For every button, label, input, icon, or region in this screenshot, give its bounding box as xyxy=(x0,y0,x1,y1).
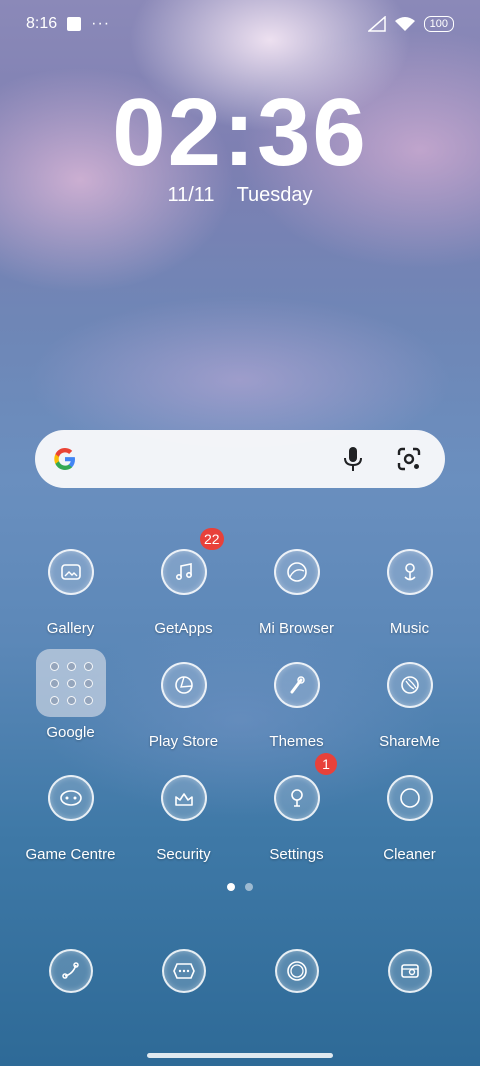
app-label: Cleaner xyxy=(383,846,436,863)
app-label: GetApps xyxy=(154,620,213,637)
app-row-2: Google Play Store Themes ShareMe xyxy=(0,649,480,750)
more-notifications-icon: ··· xyxy=(91,15,111,32)
app-store-icon xyxy=(387,949,432,993)
page-indicator[interactable] xyxy=(0,883,480,891)
notification-square-icon xyxy=(67,17,82,31)
dock-app-store[interactable] xyxy=(353,949,466,993)
google-logo-icon xyxy=(54,448,75,470)
app-label: Settings xyxy=(269,846,324,863)
app-getapps[interactable]: GetApps xyxy=(127,549,240,637)
lens-camera-icon[interactable] xyxy=(395,445,423,473)
app-label: Security xyxy=(156,846,211,863)
folder-google[interactable]: Google xyxy=(14,649,127,741)
date-value: 11/11 xyxy=(167,184,215,206)
dock-phone[interactable] xyxy=(14,949,127,993)
app-label: Music xyxy=(389,620,430,637)
microphone-icon[interactable] xyxy=(341,445,365,473)
page-dot-active xyxy=(227,883,235,891)
signal-icon xyxy=(367,16,386,32)
app-label: Game Centre xyxy=(25,846,116,863)
gamepad-icon xyxy=(47,775,94,821)
app-settings[interactable]: Settings xyxy=(240,775,353,863)
app-label: Mi Browser xyxy=(258,620,334,637)
gallery-icon xyxy=(47,549,94,595)
shareme-icon xyxy=(386,662,433,708)
messages-icon xyxy=(161,949,206,993)
app-label: Themes xyxy=(269,733,324,750)
music-icon xyxy=(386,549,433,595)
clock-widget[interactable]: 02:36 xyxy=(0,78,480,188)
app-gallery[interactable]: Gallery xyxy=(14,549,127,637)
dock-camera[interactable] xyxy=(240,949,353,993)
google-search-bar[interactable] xyxy=(35,430,445,488)
app-shareme[interactable]: ShareMe xyxy=(353,662,466,750)
home-gesture-bar[interactable] xyxy=(147,1053,333,1058)
app-mi-browser[interactable]: Mi Browser xyxy=(240,549,353,637)
play-store-icon xyxy=(160,662,207,708)
app-cleaner[interactable]: Cleaner xyxy=(353,775,466,863)
app-row-1: Gallery GetApps 22 Mi Browser Music xyxy=(0,528,480,649)
settings-icon xyxy=(273,775,320,821)
dock-messages[interactable] xyxy=(127,949,240,993)
app-music[interactable]: Music xyxy=(353,549,466,637)
status-bar: 8:16 ··· 100 xyxy=(26,10,454,38)
browser-icon xyxy=(273,549,320,595)
app-game-centre[interactable]: Game Centre xyxy=(14,775,127,863)
music-note-icon xyxy=(160,549,207,595)
folder-icon xyxy=(35,649,106,717)
app-label: Google xyxy=(46,724,95,741)
cleaner-icon xyxy=(386,775,433,821)
camera-icon xyxy=(274,949,319,993)
app-play-store[interactable]: Play Store xyxy=(127,662,240,750)
app-label: Gallery xyxy=(46,620,95,637)
app-label: Play Store xyxy=(148,733,219,750)
app-themes[interactable]: Themes xyxy=(240,662,353,750)
date-label[interactable]: 11/11 Tuesday xyxy=(0,184,480,207)
weekday-value: Tuesday xyxy=(236,184,313,206)
app-label: ShareMe xyxy=(379,733,440,750)
app-security[interactable]: Security xyxy=(127,775,240,863)
security-icon xyxy=(160,775,207,821)
phone-icon xyxy=(48,949,93,993)
battery-icon: 100 xyxy=(423,16,454,32)
page-dot xyxy=(245,883,253,891)
wifi-icon xyxy=(394,17,415,31)
dock xyxy=(0,949,480,1049)
themes-icon xyxy=(273,662,320,708)
app-row-3: Game Centre Security Settings 1 Cleaner xyxy=(0,753,480,875)
notification-badge: 1 xyxy=(315,753,337,775)
status-time: 8:16 xyxy=(26,15,58,32)
notification-badge: 22 xyxy=(200,528,224,550)
